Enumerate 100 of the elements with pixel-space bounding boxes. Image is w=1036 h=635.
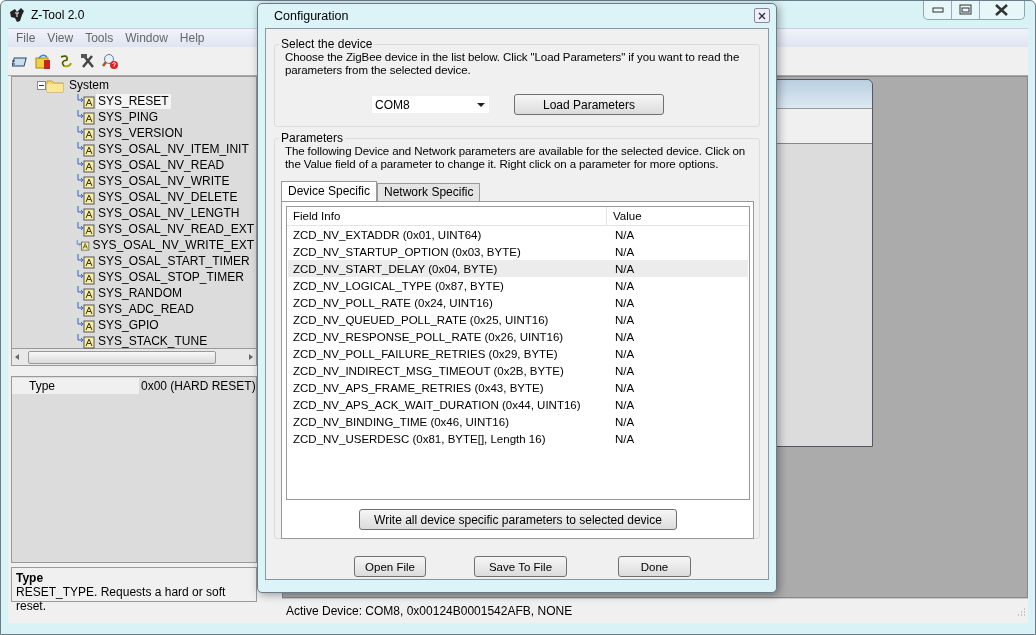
tree-item[interactable]: System <box>67 77 111 93</box>
tree-item[interactable]: SYS_OSAL_NV_READ <box>96 157 227 173</box>
column-header[interactable]: Field Info <box>287 207 607 225</box>
tree-item[interactable]: SYS_OSAL_STOP_TIMER <box>96 269 246 285</box>
menu-item[interactable]: Tools <box>79 31 120 45</box>
menu-item[interactable]: File <box>10 31 42 45</box>
tree-item[interactable]: SYS_OSAL_NV_ITEM_INIT <box>96 141 251 157</box>
app-logo-icon <box>9 6 25 23</box>
tree-item[interactable]: SYS_RESET <box>96 93 171 109</box>
tab[interactable]: Network Specific <box>377 183 481 201</box>
horizontal-scrollbar[interactable] <box>11 349 257 366</box>
column-header[interactable]: Value <box>607 210 642 222</box>
list-row[interactable]: ZCD_NV_INDIRECT_MSG_TIMEOUT (0x2B, BYTE) N/A <box>288 362 748 379</box>
command-icon <box>75 125 95 141</box>
scroll-right-icon[interactable] <box>248 353 254 361</box>
tree-item[interactable]: SYS_GPIO <box>96 317 161 333</box>
caret-icon <box>477 102 485 107</box>
value-cell-text: N/A <box>614 228 635 241</box>
property-value[interactable]: 0x00 (HARD RESET) <box>139 378 256 394</box>
list-row[interactable]: ZCD_NV_LOGICAL_TYPE (0x87, BYTE) N/A <box>288 277 748 294</box>
field-info-cell-text: ZCD_NV_POLL_FAILURE_RETRIES (0x29, BYTE) <box>292 347 559 360</box>
group-legend: Parameters <box>279 131 346 145</box>
list-row[interactable]: ZCD_NV_EXTADDR (0x01, UINT64) N/A <box>288 226 748 243</box>
list-row[interactable]: ZCD_NV_BINDING_TIME (0x46, UINT16) N/A <box>288 413 748 430</box>
list-row[interactable]: ZCD_NV_USERDESC (0x81, BYTE[], Length 16) N/A <box>288 430 748 447</box>
menu-item[interactable]: View <box>41 31 80 45</box>
tab[interactable]: Device Specific <box>281 181 378 201</box>
value-cell-text: N/A <box>614 262 635 275</box>
value-cell-text: N/A <box>614 313 635 326</box>
value-cell-text: N/A <box>614 330 635 343</box>
folder-icon <box>46 77 64 93</box>
command-icon <box>75 221 95 237</box>
collapse-icon[interactable] <box>37 80 46 90</box>
tree-item[interactable]: SYS_OSAL_NV_WRITE_EXT <box>90 237 256 253</box>
close-button[interactable] <box>754 8 770 23</box>
list-row[interactable]: ZCD_NV_POLL_FAILURE_RETRIES (0x29, BYTE) N/A <box>288 345 748 362</box>
tree-item[interactable]: SYS_OSAL_START_TIMER <box>96 253 252 269</box>
resize-grip-icon[interactable] <box>1015 605 1026 617</box>
list-row[interactable]: ZCD_NV_RESPONSE_POLL_RATE (0x26, UINT16) N/A <box>288 328 748 345</box>
tree-item[interactable]: SYS_OSAL_NV_DELETE <box>96 189 240 205</box>
tree-item[interactable]: SYS_ADC_READ <box>96 301 197 317</box>
close-icon <box>758 11 766 20</box>
dialog-button[interactable]: Open File <box>354 556 426 577</box>
field-info-cell-text: ZCD_NV_START_DELAY (0x04, BYTE) <box>292 262 499 275</box>
command-icon <box>75 93 95 109</box>
menu-item[interactable]: Window <box>119 31 174 45</box>
dialog-button[interactable]: Save To File <box>474 556 567 577</box>
property-name: Type <box>28 379 56 393</box>
dialog-title: Configuration <box>274 9 349 23</box>
command-icon <box>75 285 95 301</box>
script-icon[interactable] <box>58 53 74 69</box>
value-cell-text: N/A <box>614 245 635 258</box>
scroll-left-icon[interactable] <box>14 353 20 361</box>
list-row[interactable]: ZCD_NV_STARTUP_OPTION (0x03, BYTE) N/A <box>288 243 748 260</box>
tools-icon[interactable] <box>80 53 96 69</box>
serial-port-icon[interactable] <box>12 54 29 68</box>
command-icon <box>75 173 95 189</box>
tree-item[interactable]: SYS_OSAL_NV_LENGTH <box>96 205 242 221</box>
command-icon <box>75 333 95 349</box>
list-row[interactable]: ZCD_NV_START_DELAY (0x04, BYTE) N/A <box>288 260 748 277</box>
field-info-cell-text: ZCD_NV_QUEUED_POLL_RATE (0x25, UINT16) <box>292 313 550 326</box>
value-cell-text: N/A <box>614 364 635 377</box>
command-icon <box>75 189 95 205</box>
write-parameters-button[interactable]: Write all device specific parameters to selected device <box>359 509 677 530</box>
tree-item[interactable]: SYS_VERSION <box>96 125 185 141</box>
status-text: Active Device: COM8, 0x00124B0001542AFB, NONE <box>286 604 573 618</box>
value-cell-text: N/A <box>614 347 635 360</box>
command-icon <box>75 301 95 317</box>
group-legend: Select the device <box>279 37 375 51</box>
instruction-text: Choose the ZigBee device in the list below. Click "Load Parameters" if you want to read the parameters from the selected device. <box>285 51 741 77</box>
field-info-cell-text: ZCD_NV_EXTADDR (0x01, UINT64) <box>292 228 483 241</box>
list-row[interactable]: ZCD_NV_APS_ACK_WAIT_DURATION (0x44, UINT16) N/A <box>288 396 748 413</box>
field-info-cell-text: ZCD_NV_APS_ACK_WAIT_DURATION (0x44, UINT16) <box>292 398 582 411</box>
tree-item[interactable]: SYS_RANDOM <box>96 285 185 301</box>
list-row[interactable]: ZCD_NV_APS_FRAME_RETRIES (0x43, BYTE) N/A <box>288 379 748 396</box>
value-cell-text: N/A <box>614 296 635 309</box>
value-cell-text: N/A <box>614 381 635 394</box>
tree-item[interactable]: SYS_OSAL_NV_READ_EXT <box>95 221 256 237</box>
dialog-button[interactable]: Done <box>618 556 691 577</box>
menu-item[interactable]: Help <box>173 31 211 45</box>
field-info-cell-text: ZCD_NV_RESPONSE_POLL_RATE (0x26, UINT16) <box>292 330 565 343</box>
value-cell-text: N/A <box>614 279 635 292</box>
instruction-text: The following Device and Network parameters are available for the selected device. Click on the Value field of a parameter to change it. Right click on a parameter for more options. <box>285 145 747 171</box>
tree-item[interactable]: SYS_OSAL_NV_WRITE <box>96 173 232 189</box>
tree-item[interactable]: SYS_STACK_TUNE <box>96 333 210 349</box>
field-info-cell-text: ZCD_NV_STARTUP_OPTION (0x03, BYTE) <box>292 245 522 258</box>
list-row[interactable]: ZCD_NV_QUEUED_POLL_RATE (0x25, UINT16) N/A <box>288 311 748 328</box>
command-icon <box>75 237 90 253</box>
device-dropdown[interactable]: COM8 <box>371 95 490 114</box>
load-parameters-button[interactable]: Load Parameters <box>514 94 664 115</box>
search-help-icon[interactable] <box>102 52 119 70</box>
value-cell-text: N/A <box>614 398 635 411</box>
command-icon <box>75 109 95 125</box>
field-info-cell-text: ZCD_NV_USERDESC (0x81, BYTE[], Length 16) <box>292 432 547 445</box>
list-row[interactable]: ZCD_NV_POLL_RATE (0x24, UINT16) N/A <box>288 294 748 311</box>
folder-icon[interactable] <box>35 52 52 70</box>
command-icon <box>75 317 95 333</box>
value-cell-text: N/A <box>614 415 635 428</box>
description-text: RESET_TYPE. Requests a hard or soft reset. <box>16 585 227 613</box>
tree-item[interactable]: SYS_PING <box>96 109 161 125</box>
